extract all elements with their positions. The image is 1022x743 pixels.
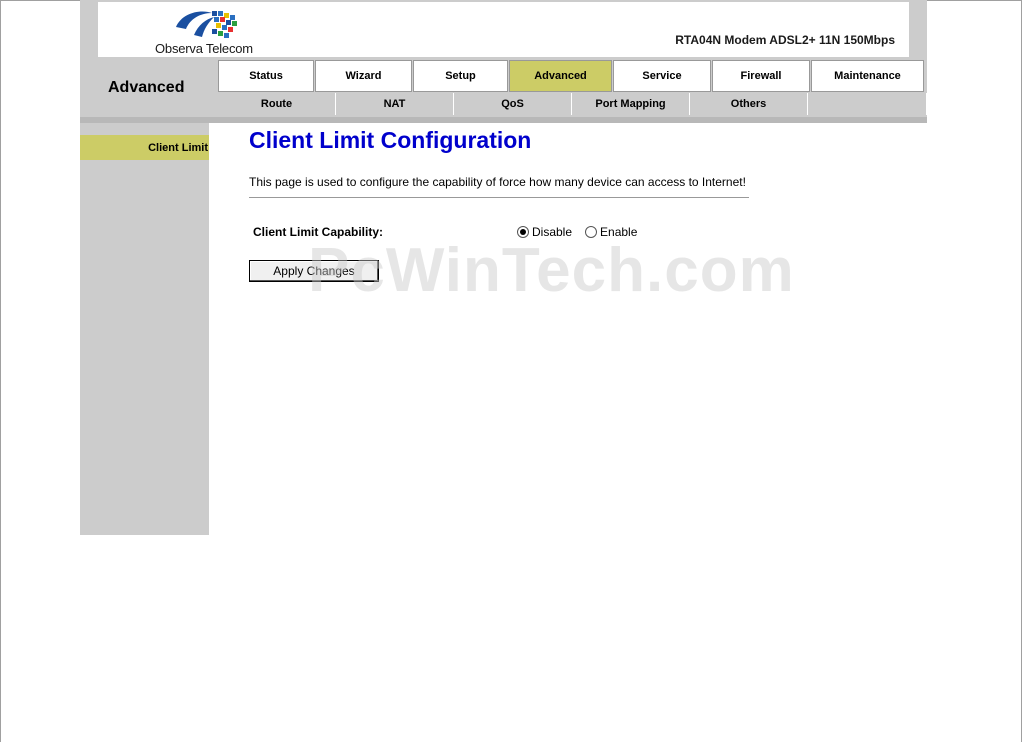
model-name: RTA04N Modem ADSL2+ 11N 150Mbps — [675, 33, 895, 47]
tab-advanced[interactable]: Advanced — [509, 60, 612, 92]
main-content: Client Limit Configuration This page is … — [249, 125, 869, 244]
tab-wizard[interactable]: Wizard — [315, 60, 412, 92]
subtab-route[interactable]: Route — [218, 93, 336, 115]
subtab-port-mapping[interactable]: Port Mapping — [572, 93, 690, 115]
enable-radio[interactable] — [585, 226, 598, 238]
page-title: Client Limit Configuration — [249, 127, 532, 153]
sub-tabs: Route NAT QoS Port Mapping Others — [218, 93, 927, 115]
disable-radio[interactable] — [517, 226, 529, 238]
tab-service[interactable]: Service — [613, 60, 711, 92]
main-tabs: Status Wizard Setup Advanced Service Fir… — [218, 60, 925, 92]
page-description: This page is used to configure the capab… — [249, 175, 746, 189]
logo-text: Observa Telecom — [155, 41, 253, 56]
watermark: PcWinTech.com — [308, 236, 795, 305]
subtab-nat[interactable]: NAT — [336, 93, 454, 115]
client-limit-row: Client Limit Capability: Disable Enable — [249, 224, 869, 244]
apply-changes-button[interactable]: Apply Changes — [249, 260, 379, 282]
enable-radio-label[interactable]: Enable — [600, 225, 637, 239]
subtab-others[interactable]: Others — [690, 93, 808, 115]
content-divider — [249, 197, 749, 198]
sidebar-item-client-limit[interactable]: Client Limit — [80, 135, 209, 160]
tab-maintenance[interactable]: Maintenance — [811, 60, 924, 92]
client-limit-label: Client Limit Capability: — [253, 225, 384, 239]
header: Observa Telecom RTA04N Modem ADSL2+ 11N … — [80, 0, 927, 123]
section-title: Advanced — [108, 79, 185, 96]
client-limit-radio-group: Disable Enable — [517, 225, 650, 239]
disable-radio-label[interactable]: Disable — [532, 225, 572, 239]
subtab-qos[interactable]: QoS — [454, 93, 572, 115]
tab-status[interactable]: Status — [218, 60, 314, 92]
sidebar: Client Limit — [80, 123, 209, 535]
subtab-empty — [808, 93, 927, 115]
tab-firewall[interactable]: Firewall — [712, 60, 810, 92]
router-admin-page: Observa Telecom RTA04N Modem ADSL2+ 11N … — [80, 0, 927, 535]
tab-setup[interactable]: Setup — [413, 60, 508, 92]
banner: Observa Telecom RTA04N Modem ADSL2+ 11N … — [98, 2, 909, 57]
